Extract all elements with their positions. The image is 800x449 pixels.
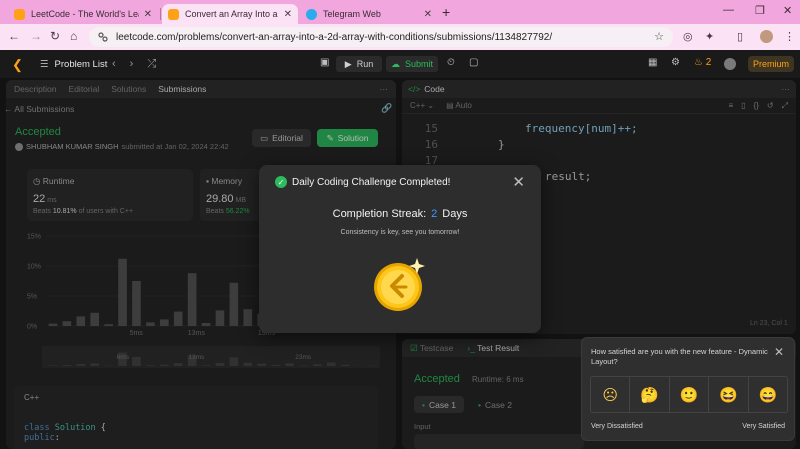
modal-title: Daily Coding Challenge Completed! [292, 177, 451, 188]
feedback-question: How satisfied are you with the new featu… [591, 347, 768, 366]
premium-button[interactable]: Premium [748, 56, 794, 72]
settings-gear-icon[interactable]: ⚙ [671, 57, 680, 68]
feedback-close-icon[interactable]: ✕ [774, 345, 784, 359]
chrome-menu-icon[interactable]: ⋮ [784, 30, 795, 43]
browser-tab-problem[interactable]: Convert an Array Into a 2D Arra ✕ [162, 4, 298, 24]
window-close-icon[interactable]: ✕ [783, 4, 792, 17]
low-label: Very Dissatisfied [591, 423, 643, 430]
rating-very-satisfied[interactable]: 😄 [749, 377, 787, 412]
screenshot-icon[interactable]: ◎ [683, 30, 693, 43]
problem-nav-arrows[interactable]: ‹›⤮ [112, 58, 170, 71]
rating-neutral[interactable]: 🙂 [670, 377, 710, 412]
laugh-face-icon: 😆 [719, 386, 738, 404]
rating-satisfied[interactable]: 😆 [709, 377, 749, 412]
home-icon[interactable]: ⌂ [70, 29, 77, 43]
problem-list-button[interactable]: ☰ Problem List [40, 59, 107, 70]
forward-icon[interactable]: → [30, 29, 42, 43]
chrome-profile-avatar[interactable] [760, 30, 773, 43]
frown-face-icon: ☹ [602, 386, 619, 404]
fire-icon: ♨ [694, 57, 703, 68]
thinking-face-icon: 🤔 [640, 386, 659, 404]
rating-very-dissatisfied[interactable]: ☹ [591, 377, 631, 412]
grin-face-icon: 😄 [758, 386, 778, 404]
streak-counter[interactable]: ♨ 2 [694, 57, 711, 68]
list-icon: ☰ [40, 59, 49, 70]
smile-face-icon: 🙂 [679, 386, 699, 404]
bookmark-star-icon[interactable]: ☆ [654, 30, 664, 43]
close-icon[interactable]: ✕ [424, 9, 432, 20]
leetcode-favicon-icon [14, 8, 25, 20]
close-icon[interactable]: ✕ [284, 9, 292, 20]
leetcode-favicon-icon [168, 8, 179, 20]
back-icon[interactable]: ← [8, 29, 20, 43]
omnibox[interactable]: leetcode.com/problems/convert-an-array-i… [89, 27, 673, 47]
telegram-favicon-icon [306, 8, 317, 20]
high-label: Very Satisfied [742, 423, 785, 430]
rating-row: ☹ 🤔 🙂 😆 😄 [590, 376, 788, 413]
tab-divider [160, 8, 161, 20]
side-panel-icon[interactable]: ▯ [737, 30, 743, 43]
run-button[interactable]: ▶ Run [336, 56, 382, 72]
minimize-icon[interactable]: — [723, 4, 734, 16]
address-bar-row: ← → ↻ ⌂ leetcode.com/problems/convert-an… [0, 24, 800, 50]
modal-close-icon[interactable]: ✕ [512, 173, 525, 191]
browser-tab-strip: LeetCode - The World's Leading ✕ Convert… [0, 0, 800, 24]
reload-icon[interactable]: ↻ [50, 29, 60, 43]
browser-tab-leetcode[interactable]: LeetCode - The World's Leading ✕ [8, 4, 158, 24]
new-tab-button[interactable]: + [442, 4, 450, 20]
close-icon[interactable]: ✕ [144, 9, 152, 20]
debug-icon[interactable]: ▣ [320, 57, 329, 68]
leetcode-coin-icon [374, 258, 425, 311]
extensions-icon[interactable]: ✦ [705, 30, 714, 43]
restore-icon[interactable]: ❐ [755, 4, 765, 17]
rating-dissatisfied[interactable]: 🤔 [630, 377, 670, 412]
notes-icon[interactable]: ▢ [469, 57, 478, 68]
modal-subtitle: Consistency is key, see you tomorrow! [340, 229, 460, 236]
play-icon: ▶ [344, 58, 352, 69]
timer-icon[interactable]: ⏲ [447, 57, 455, 68]
check-icon: ✓ [275, 176, 287, 188]
submit-button[interactable]: ☁ Submit [386, 56, 438, 72]
completion-streak: Completion Streak: 2 Days [332, 208, 468, 220]
upload-icon: ☁ [390, 58, 400, 69]
site-info-icon[interactable] [97, 31, 109, 43]
url-text: leetcode.com/problems/convert-an-array-i… [116, 31, 553, 43]
leetcode-logo-icon[interactable]: ❮ [12, 57, 23, 73]
user-avatar[interactable] [724, 58, 736, 70]
browser-tab-telegram[interactable]: Telegram Web ✕ [300, 4, 438, 24]
daily-challenge-modal: ✓ Daily Coding Challenge Completed! ✕ Co… [259, 165, 541, 333]
feedback-popup: How satisfied are you with the new featu… [581, 337, 795, 441]
layout-icon[interactable]: ▦ [648, 57, 657, 68]
